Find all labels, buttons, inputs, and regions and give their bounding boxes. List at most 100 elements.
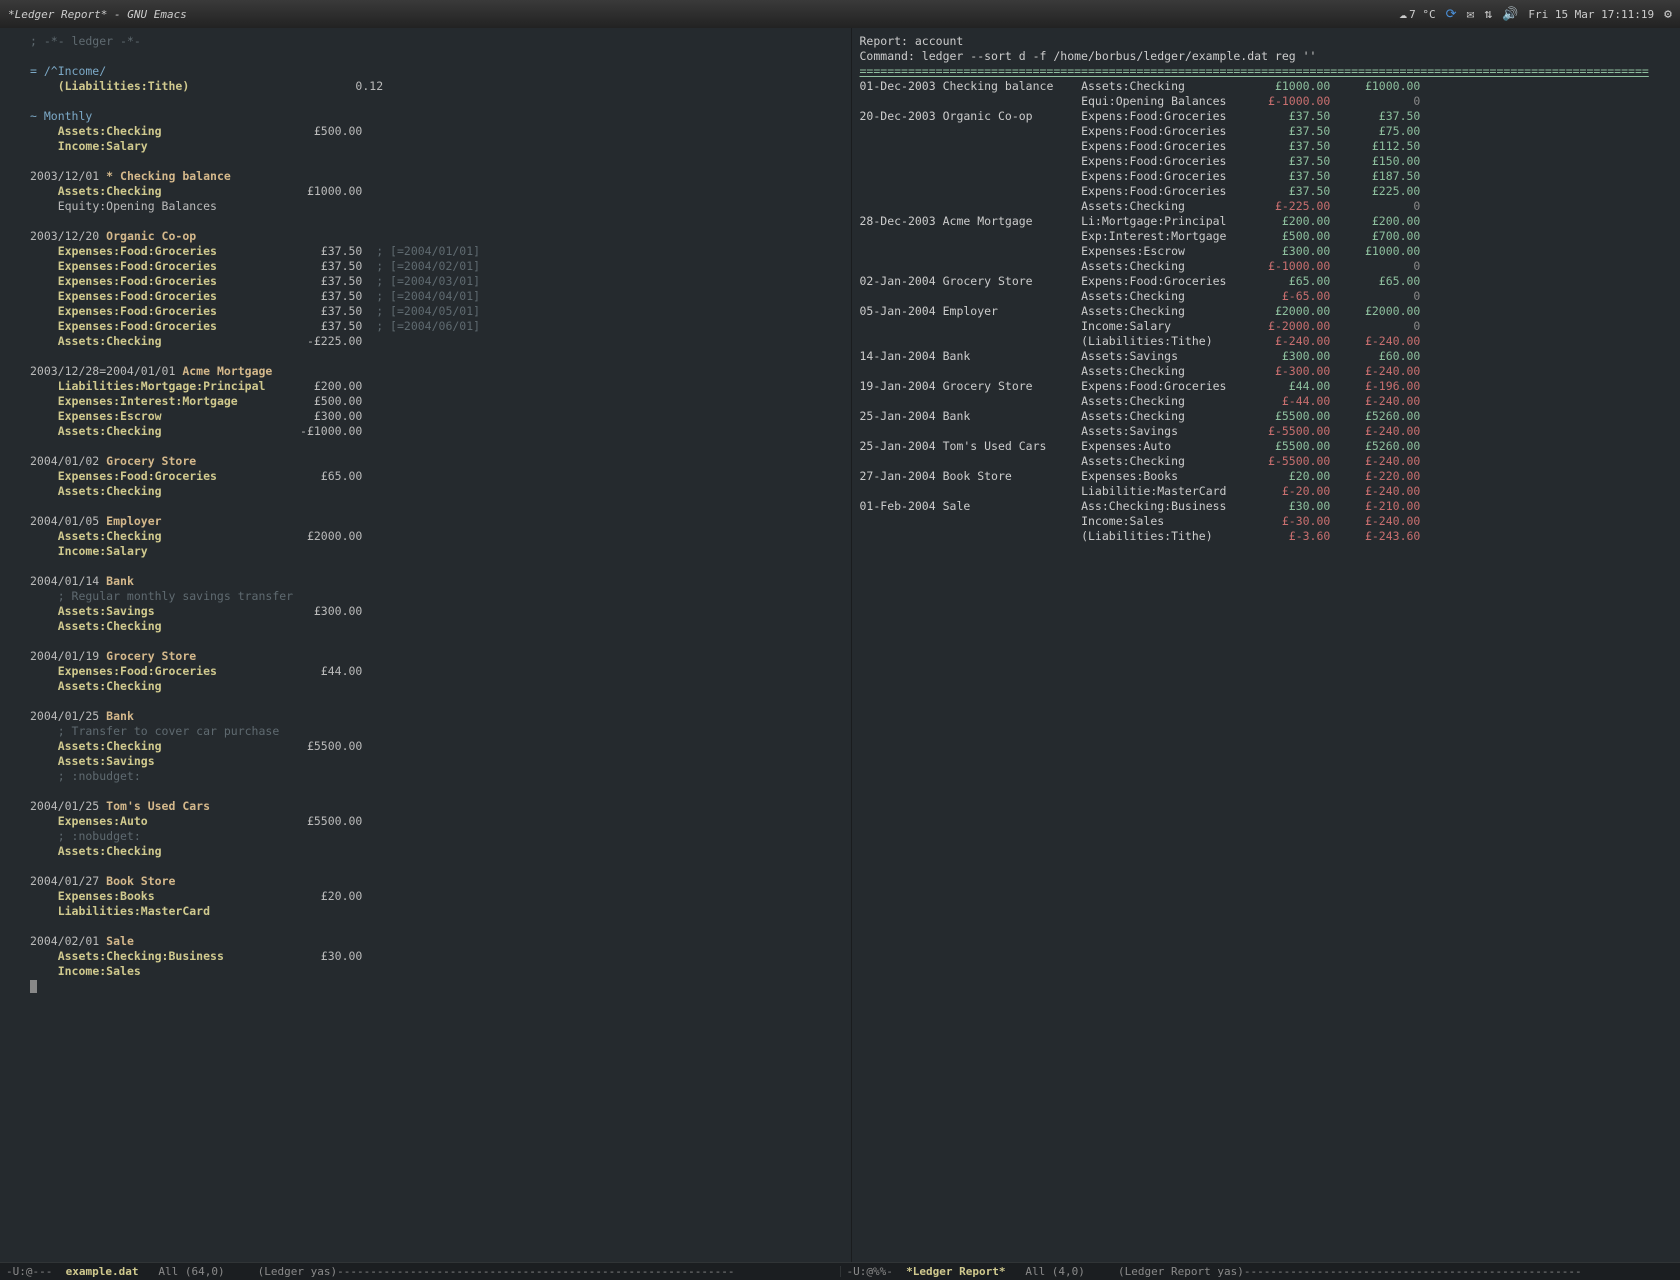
source-line[interactable] xyxy=(30,214,843,229)
source-line[interactable] xyxy=(30,499,843,514)
report-line: 25-Jan-2004 Tom's Used Cars Expenses:Aut… xyxy=(860,439,1673,454)
source-line[interactable]: ~ Monthly xyxy=(30,109,843,124)
cursor xyxy=(30,980,37,993)
source-line[interactable] xyxy=(30,979,843,994)
source-line[interactable]: Income:Salary xyxy=(30,139,843,154)
weather-icon: ☁ xyxy=(1399,8,1407,21)
source-line[interactable]: Income:Salary xyxy=(30,544,843,559)
tray-weather[interactable]: ☁7 °C xyxy=(1399,8,1435,21)
source-line[interactable]: Expenses:Food:Groceries £37.50 ; [=2004/… xyxy=(30,244,843,259)
source-line[interactable]: ; :nobudget: xyxy=(30,829,843,844)
net-icon[interactable]: ⇅ xyxy=(1484,8,1492,21)
source-line[interactable]: Expenses:Food:Groceries £37.50 ; [=2004/… xyxy=(30,319,843,334)
source-line[interactable]: (Liabilities:Tithe) 0.12 xyxy=(30,79,843,94)
source-line[interactable]: Assets:Savings xyxy=(30,754,843,769)
source-line[interactable] xyxy=(30,919,843,934)
source-line[interactable]: Assets:Checking xyxy=(30,844,843,859)
report-line: Assets:Checking £-5500.00 £-240.00 xyxy=(860,454,1673,469)
reload-icon[interactable]: ⟳ xyxy=(1446,8,1457,21)
source-line[interactable]: ; :nobudget: xyxy=(30,769,843,784)
source-line[interactable] xyxy=(30,154,843,169)
source-line[interactable] xyxy=(30,94,843,109)
source-line[interactable]: Assets:Checking -£225.00 xyxy=(30,334,843,349)
source-line[interactable]: 2003/12/01 * Checking balance xyxy=(30,169,843,184)
source-line[interactable]: Liabilities:Mortgage:Principal £200.00 xyxy=(30,379,843,394)
source-line[interactable]: Expenses:Interest:Mortgage £500.00 xyxy=(30,394,843,409)
source-line[interactable]: Expenses:Food:Groceries £37.50 ; [=2004/… xyxy=(30,259,843,274)
report-line: 19-Jan-2004 Grocery Store Expens:Food:Gr… xyxy=(860,379,1673,394)
source-line[interactable]: Expenses:Escrow £300.00 xyxy=(30,409,843,424)
source-line[interactable]: 2003/12/20 Organic Co-op xyxy=(30,229,843,244)
source-line[interactable]: 2004/01/02 Grocery Store xyxy=(30,454,843,469)
tray-clock: Fri 15 Mar 17:11:19 xyxy=(1528,9,1654,20)
report-line: Equi:Opening Balances £-1000.00 0 xyxy=(860,94,1673,109)
source-line[interactable]: Assets:Checking xyxy=(30,679,843,694)
source-line[interactable] xyxy=(30,49,843,64)
source-line[interactable]: ; Regular monthly savings transfer xyxy=(30,589,843,604)
source-line[interactable]: ; -*- ledger -*- xyxy=(30,34,843,49)
report-line: 01-Feb-2004 Sale Ass:Checking:Business £… xyxy=(860,499,1673,514)
report-line: Assets:Checking £-44.00 £-240.00 xyxy=(860,394,1673,409)
source-line[interactable]: Equity:Opening Balances xyxy=(30,199,843,214)
modeline: -U:@--- example.dat All (64,0) (Ledger y… xyxy=(0,1262,1680,1280)
source-line[interactable]: ; Transfer to cover car purchase xyxy=(30,724,843,739)
source-line[interactable] xyxy=(30,859,843,874)
report-line: Income:Salary £-2000.00 0 xyxy=(860,319,1673,334)
source-line[interactable]: Expenses:Food:Groceries £44.00 xyxy=(30,664,843,679)
report-line: Expenses:Escrow £300.00 £1000.00 xyxy=(860,244,1673,259)
report-line: Assets:Checking £-1000.00 0 xyxy=(860,259,1673,274)
source-line[interactable]: Expenses:Books £20.00 xyxy=(30,889,843,904)
report-line: Liabilitie:MasterCard £-20.00 £-240.00 xyxy=(860,484,1673,499)
source-line[interactable] xyxy=(30,439,843,454)
source-line[interactable] xyxy=(30,694,843,709)
source-line[interactable]: Assets:Checking xyxy=(30,619,843,634)
source-line[interactable]: 2004/01/25 Tom's Used Cars xyxy=(30,799,843,814)
report-line: Exp:Interest:Mortgage £500.00 £700.00 xyxy=(860,229,1673,244)
source-line[interactable]: Expenses:Auto £5500.00 xyxy=(30,814,843,829)
report-line: 25-Jan-2004 Bank Assets:Checking £5500.0… xyxy=(860,409,1673,424)
report-line: Assets:Checking £-65.00 0 xyxy=(860,289,1673,304)
source-line[interactable]: Income:Sales xyxy=(30,964,843,979)
source-line[interactable]: 2004/01/14 Bank xyxy=(30,574,843,589)
gear-icon[interactable]: ⚙ xyxy=(1664,8,1672,21)
source-line[interactable] xyxy=(30,559,843,574)
source-line[interactable] xyxy=(30,784,843,799)
volume-icon[interactable]: 🔊 xyxy=(1502,8,1518,21)
mail-icon[interactable]: ✉ xyxy=(1466,8,1474,21)
emacs-frame: ; -*- ledger -*- = /^Income/ (Liabilities… xyxy=(0,28,1680,1262)
source-line[interactable]: 2004/01/25 Bank xyxy=(30,709,843,724)
source-line[interactable]: 2004/01/19 Grocery Store xyxy=(30,649,843,664)
source-line[interactable] xyxy=(30,349,843,364)
source-line[interactable]: Assets:Checking -£1000.00 xyxy=(30,424,843,439)
report-line: 27-Jan-2004 Book Store Expenses:Books £2… xyxy=(860,469,1673,484)
report-line: Report: account xyxy=(860,34,1673,49)
source-line[interactable]: Liabilities:MasterCard xyxy=(30,904,843,919)
source-line[interactable]: Expenses:Food:Groceries £37.50 ; [=2004/… xyxy=(30,304,843,319)
source-line[interactable]: Assets:Savings £300.00 xyxy=(30,604,843,619)
report-line: Assets:Checking £-300.00 £-240.00 xyxy=(860,364,1673,379)
source-line[interactable] xyxy=(30,634,843,649)
source-line[interactable]: Assets:Checking £2000.00 xyxy=(30,529,843,544)
ledger-report-pane[interactable]: Report: accountCommand: ledger --sort d … xyxy=(852,28,1680,1262)
source-line[interactable]: Expenses:Food:Groceries £37.50 ; [=2004/… xyxy=(30,289,843,304)
report-line: Assets:Savings £-5500.00 £-240.00 xyxy=(860,424,1673,439)
source-line[interactable]: Expenses:Food:Groceries £65.00 xyxy=(30,469,843,484)
source-line[interactable]: 2003/12/28=2004/01/01 Acme Mortgage xyxy=(30,364,843,379)
ledger-source-pane[interactable]: ; -*- ledger -*- = /^Income/ (Liabilities… xyxy=(0,28,852,1262)
source-line[interactable]: Assets:Checking xyxy=(30,484,843,499)
source-line[interactable]: 2004/01/05 Employer xyxy=(30,514,843,529)
source-line[interactable]: Assets:Checking £1000.00 xyxy=(30,184,843,199)
source-line[interactable]: Assets:Checking:Business £30.00 xyxy=(30,949,843,964)
source-line[interactable]: Assets:Checking £500.00 xyxy=(30,124,843,139)
report-line: 14-Jan-2004 Bank Assets:Savings £300.00 … xyxy=(860,349,1673,364)
source-line[interactable]: 2004/01/27 Book Store xyxy=(30,874,843,889)
source-line[interactable]: Expenses:Food:Groceries £37.50 ; [=2004/… xyxy=(30,274,843,289)
report-line: 01-Dec-2003 Checking balance Assets:Chec… xyxy=(860,79,1673,94)
source-line[interactable]: 2004/02/01 Sale xyxy=(30,934,843,949)
report-line: Assets:Checking £-225.00 0 xyxy=(860,199,1673,214)
source-line[interactable]: Assets:Checking £5500.00 xyxy=(30,739,843,754)
report-line: 20-Dec-2003 Organic Co-op Expens:Food:Gr… xyxy=(860,109,1673,124)
source-line[interactable]: = /^Income/ xyxy=(30,64,843,79)
report-line: Expens:Food:Groceries £37.50 £225.00 xyxy=(860,184,1673,199)
system-tray: ☁7 °C ⟳ ✉ ⇅ 🔊 Fri 15 Mar 17:11:19 ⚙ xyxy=(1399,8,1672,21)
